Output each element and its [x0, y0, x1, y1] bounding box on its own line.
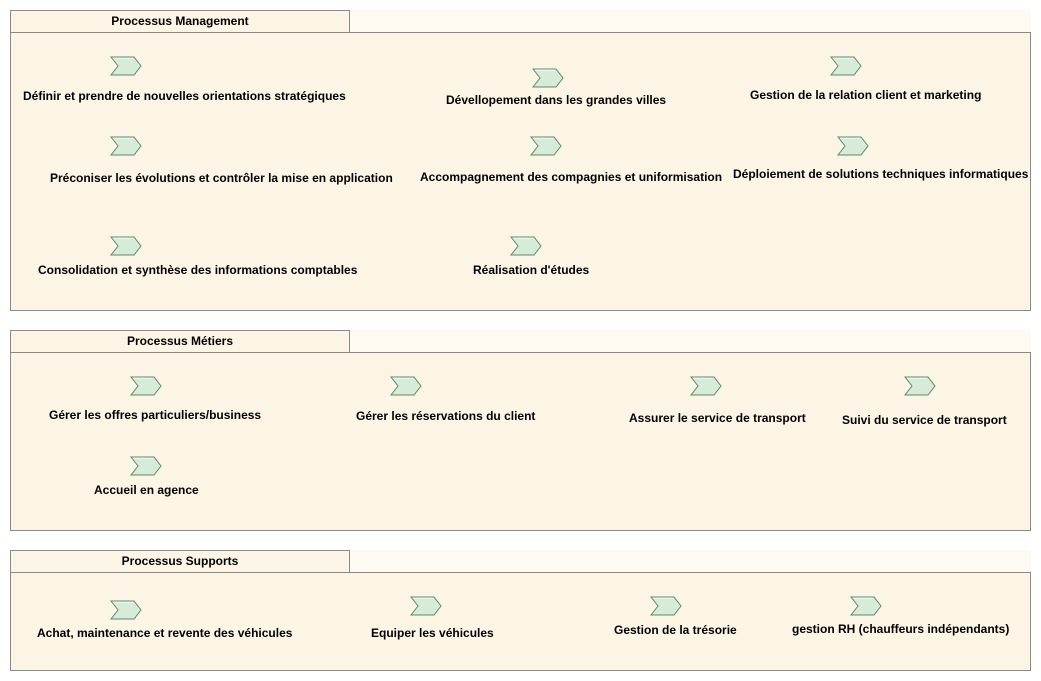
process-chevron-icon[interactable]: [830, 56, 862, 76]
process-chevron-icon[interactable]: [510, 236, 542, 256]
package-body[interactable]: Achat, maintenance et revente des véhicu…: [10, 572, 1031, 671]
process-chevron-icon[interactable]: [410, 596, 442, 616]
process-label[interactable]: Définir et prendre de nouvelles orientat…: [23, 89, 346, 103]
process-chevron-icon[interactable]: [390, 376, 422, 396]
package-body[interactable]: Définir et prendre de nouvelles orientat…: [10, 32, 1031, 311]
process-label[interactable]: Gérer les offres particuliers/business: [49, 408, 261, 422]
package-title[interactable]: Processus Management: [10, 10, 350, 33]
process-chevron-icon[interactable]: [650, 596, 682, 616]
package-body[interactable]: Gérer les offres particuliers/business G…: [10, 352, 1031, 531]
process-label[interactable]: Equiper les véhicules: [371, 626, 494, 640]
process-label[interactable]: Accompagnement des compagnies et uniform…: [420, 170, 722, 184]
process-chevron-icon[interactable]: [530, 136, 562, 156]
process-label[interactable]: Assurer le service de transport: [629, 411, 806, 425]
package-processus-management[interactable]: Processus Management Définir et prendre …: [10, 10, 1031, 311]
package-title[interactable]: Processus Métiers: [10, 330, 350, 353]
process-chevron-icon[interactable]: [110, 136, 142, 156]
process-label[interactable]: Réalisation d'études: [473, 263, 589, 277]
process-label[interactable]: Achat, maintenance et revente des véhicu…: [37, 626, 292, 640]
process-label[interactable]: Accueil en agence: [94, 483, 199, 497]
process-label[interactable]: Gestion de la relation client et marketi…: [750, 88, 981, 102]
package-processus-supports[interactable]: Processus Supports Achat, maintenance et…: [10, 550, 1031, 671]
process-chevron-icon[interactable]: [904, 376, 936, 396]
process-label[interactable]: Déploiement de solutions techniques info…: [733, 167, 1028, 181]
package-processus-metiers[interactable]: Processus Métiers Gérer les offres parti…: [10, 330, 1031, 531]
process-chevron-icon[interactable]: [110, 56, 142, 76]
process-label[interactable]: Dévellopement dans les grandes villes: [446, 93, 666, 107]
process-chevron-icon[interactable]: [837, 136, 869, 156]
process-label[interactable]: Gérer les réservations du client: [356, 409, 535, 423]
process-chevron-icon[interactable]: [110, 600, 142, 620]
package-title[interactable]: Processus Supports: [10, 550, 350, 573]
process-chevron-icon[interactable]: [850, 596, 882, 616]
process-label[interactable]: Suivi du service de transport: [842, 413, 1007, 427]
process-label[interactable]: Préconiser les évolutions et contrôler l…: [50, 171, 393, 185]
process-chevron-icon[interactable]: [110, 236, 142, 256]
process-chevron-icon[interactable]: [690, 376, 722, 396]
process-label[interactable]: gestion RH (chauffeurs indépendants): [792, 622, 1009, 636]
process-chevron-icon[interactable]: [130, 456, 162, 476]
process-label[interactable]: Gestion de la trésorie: [614, 623, 737, 637]
process-chevron-icon[interactable]: [130, 376, 162, 396]
process-label[interactable]: Consolidation et synthèse des informatio…: [38, 263, 357, 277]
process-chevron-icon[interactable]: [532, 68, 564, 88]
